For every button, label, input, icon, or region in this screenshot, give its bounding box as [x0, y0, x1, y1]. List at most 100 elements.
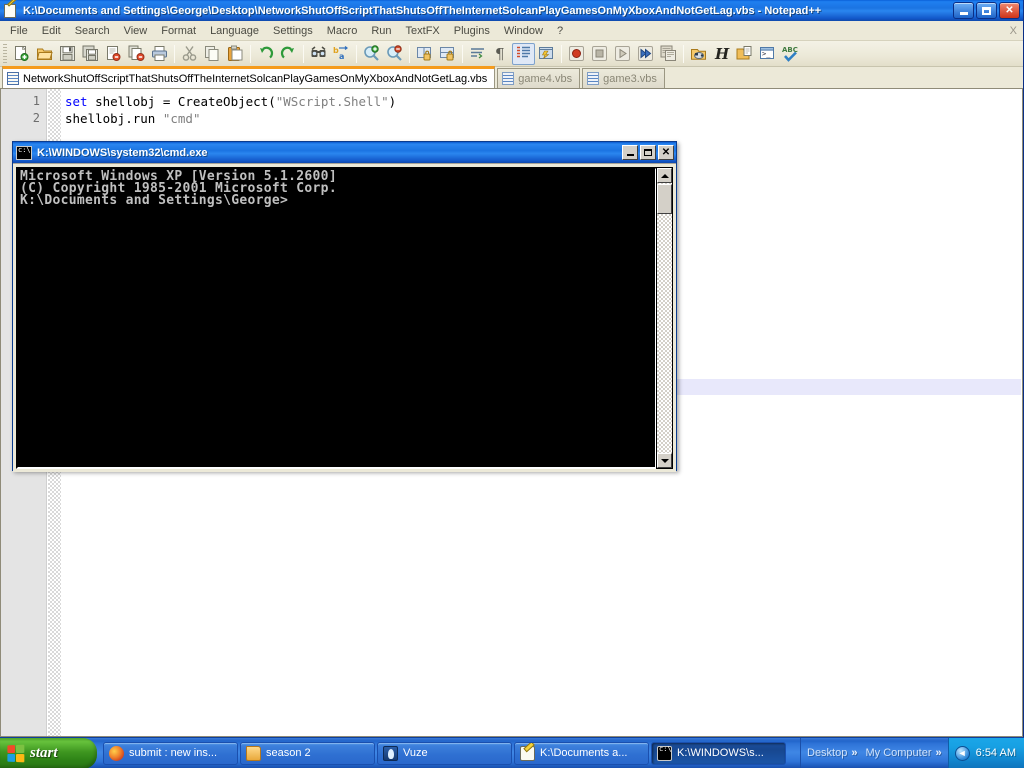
menu-search[interactable]: Search — [68, 23, 117, 39]
firefox-icon — [109, 745, 124, 761]
menu-help[interactable]: ? — [550, 23, 570, 39]
taskbar-deskbands: Desktop » My Computer » — [800, 738, 948, 768]
taskbar-item-firefox[interactable]: submit : new ins... — [103, 741, 238, 765]
taskbar-item-season-2[interactable]: season 2 — [240, 741, 375, 765]
cmd-close-button[interactable]: ✕ — [658, 145, 674, 160]
toolbar: ba ¶ H >_ ABC — [0, 41, 1023, 67]
find-icon[interactable] — [307, 43, 330, 65]
cmd-window-title: K:\WINDOWS\system32\cmd.exe — [37, 146, 208, 159]
close-all-files-icon[interactable] — [125, 43, 148, 65]
paste-icon[interactable] — [224, 43, 247, 65]
save-icon[interactable] — [56, 43, 79, 65]
scroll-down-arrow[interactable] — [657, 453, 672, 468]
user-define-dialog-icon[interactable] — [535, 43, 558, 65]
notepad-plus-plus-icon — [520, 745, 535, 761]
menu-window[interactable]: Window — [497, 23, 550, 39]
sync-vertical-icon[interactable] — [413, 43, 436, 65]
open-folder-icon[interactable] — [733, 43, 756, 65]
close-button[interactable]: ✕ — [999, 2, 1020, 19]
notepad-plus-plus-icon — [3, 0, 19, 19]
close-document-x[interactable]: X — [1010, 25, 1017, 37]
code-token-keyword: set — [65, 94, 88, 109]
scroll-up-arrow[interactable] — [657, 168, 672, 183]
chevron-right-icon[interactable]: » — [936, 747, 942, 759]
run-icon[interactable] — [687, 43, 710, 65]
taskbar-item-vuze[interactable]: Vuze — [377, 741, 512, 765]
taskbar-item-label: Vuze — [403, 747, 428, 759]
stop-macro-icon[interactable] — [588, 43, 611, 65]
menu-language[interactable]: Language — [203, 23, 266, 39]
open-console-icon[interactable]: >_ — [756, 43, 779, 65]
maximize-button[interactable] — [976, 2, 997, 19]
windows-flag-icon — [7, 744, 25, 763]
taskbar-item-label: K:\WINDOWS\s... — [677, 747, 764, 759]
scroll-thumb[interactable] — [657, 184, 672, 214]
code-token-string: "WScript.Shell" — [275, 94, 389, 109]
cmd-minimize-button[interactable] — [622, 145, 638, 160]
svg-text:a: a — [339, 52, 344, 61]
menu-file[interactable]: File — [3, 23, 35, 39]
cut-icon[interactable] — [178, 43, 201, 65]
menu-edit[interactable]: Edit — [35, 23, 68, 39]
menu-macro[interactable]: Macro — [320, 23, 365, 39]
copy-icon[interactable] — [201, 43, 224, 65]
close-file-icon[interactable] — [102, 43, 125, 65]
menubar: File Edit Search View Format Language Se… — [0, 21, 1023, 41]
deskband-desktop[interactable]: Desktop » — [805, 747, 859, 759]
cmd-titlebar[interactable]: K:\WINDOWS\system32\cmd.exe ✕ — [13, 142, 676, 163]
vbs-file-icon — [502, 72, 515, 85]
console-vertical-scrollbar[interactable] — [656, 167, 673, 469]
zoom-in-icon[interactable] — [360, 43, 383, 65]
deskband-my-computer[interactable]: My Computer » — [863, 747, 943, 759]
desktop-screen: K:\Documents and Settings\George\Desktop… — [0, 0, 1024, 768]
record-macro-icon[interactable] — [565, 43, 588, 65]
menu-textfx[interactable]: TextFX — [399, 23, 447, 39]
indent-guide-icon[interactable] — [512, 42, 535, 65]
tidy-html-icon[interactable]: H — [710, 43, 733, 65]
save-macro-icon[interactable] — [657, 43, 680, 65]
menu-plugins[interactable]: Plugins — [447, 23, 497, 39]
line-number: 2 — [32, 111, 40, 125]
menu-run[interactable]: Run — [364, 23, 398, 39]
console-prompt: K:\Documents and Settings\George> — [20, 193, 289, 209]
tab-game3-vbs[interactable]: game3.vbs — [582, 68, 665, 88]
menu-format[interactable]: Format — [154, 23, 203, 39]
show-all-chars-icon[interactable]: ¶ — [489, 43, 512, 65]
code-line-2: shellobj.run "cmd" — [65, 110, 200, 127]
clock[interactable]: 6:54 AM — [976, 747, 1016, 759]
code-token-text: shellobj = CreateObject( — [87, 94, 276, 109]
deskband-label: Desktop — [807, 747, 848, 759]
zoom-out-icon[interactable] — [383, 43, 406, 65]
run-macro-multiple-icon[interactable] — [634, 43, 657, 65]
vbs-file-icon — [587, 72, 600, 85]
tab-active-document[interactable]: NetworkShutOffScriptThatShutsOffTheInter… — [2, 66, 496, 88]
undo-icon[interactable] — [254, 43, 277, 65]
code-token-string: "cmd" — [162, 111, 201, 126]
open-file-icon[interactable] — [33, 43, 56, 65]
spellcheck-icon[interactable]: ABC — [779, 43, 802, 65]
notepad-titlebar[interactable]: K:\Documents and Settings\George\Desktop… — [0, 0, 1023, 21]
document-tab-bar: NetworkShutOffScriptThatShutsOffTheInter… — [0, 66, 1023, 89]
redo-icon[interactable] — [277, 43, 300, 65]
toolbar-grip[interactable] — [3, 43, 7, 64]
word-wrap-icon[interactable] — [466, 43, 489, 65]
print-icon[interactable] — [148, 43, 171, 65]
taskbar-item-notepad-plus-plus[interactable]: K:\Documents a... — [514, 741, 649, 765]
play-macro-icon[interactable] — [611, 43, 634, 65]
start-button[interactable]: start — [0, 738, 97, 768]
tab-game4-vbs[interactable]: game4.vbs — [497, 68, 581, 88]
menu-settings[interactable]: Settings — [266, 23, 320, 39]
chevron-right-icon[interactable]: » — [851, 747, 857, 759]
new-file-icon[interactable] — [10, 43, 33, 65]
taskbar-item-cmd[interactable]: K:\WINDOWS\s... — [651, 741, 786, 765]
replace-icon[interactable]: ba — [330, 43, 353, 65]
tray-expand-icon[interactable]: ◄ — [954, 745, 970, 761]
svg-text:¶: ¶ — [495, 45, 505, 62]
window-title: K:\Documents and Settings\George\Desktop… — [23, 4, 822, 17]
save-all-icon[interactable] — [79, 43, 102, 65]
minimize-button[interactable] — [953, 2, 974, 19]
cmd-maximize-button[interactable] — [640, 145, 656, 160]
sync-horizontal-icon[interactable] — [436, 43, 459, 65]
console-output[interactable]: Microsoft Windows XP [Version 5.1.2600] … — [16, 167, 657, 469]
menu-view[interactable]: View — [117, 23, 155, 39]
